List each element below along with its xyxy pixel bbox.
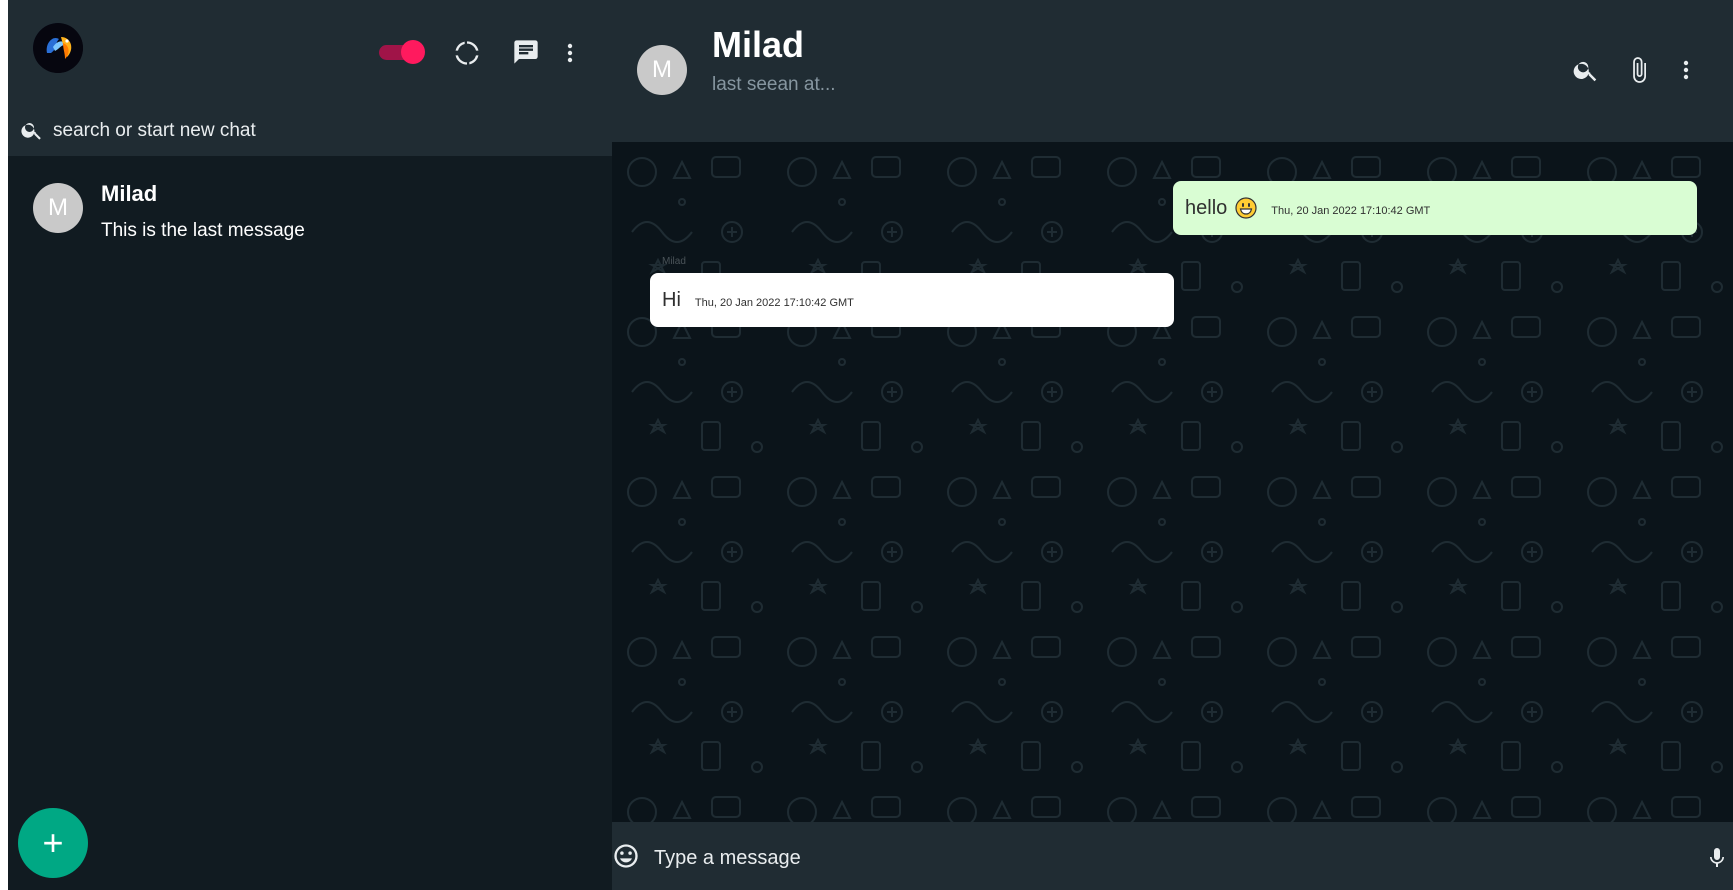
sidebar-header [8,0,612,104]
attach-button[interactable] [1623,54,1655,86]
doodle-background [612,142,1733,822]
toggle-knob [401,40,425,64]
contact-avatar[interactable]: M [637,45,687,95]
message-text: Hi [662,288,681,311]
search-input[interactable] [51,116,595,146]
message-input[interactable] [652,842,1656,874]
theme-toggle[interactable] [379,40,427,64]
contact-status: last seean at... [712,74,836,95]
chat-name: Milad [101,181,158,206]
microphone-icon[interactable] [1705,844,1729,872]
user-avatar-logo[interactable] [33,23,83,73]
chat-search-button[interactable] [1570,54,1602,86]
logo-image [33,23,83,73]
more-vertical-icon [567,43,573,63]
emoji-picker-icon[interactable] [612,842,640,870]
chat-header: M Milad last seean at... [612,0,1733,142]
search-icon [1573,61,1597,82]
paperclip-icon [1633,57,1646,83]
more-vertical-icon [1683,60,1689,80]
chat-app: M Milad This is the last message + M Mil… [8,0,1733,890]
chat-list-item[interactable]: M Milad This is the last message [8,156,612,262]
chat-last-message: This is the last message [101,220,305,241]
chat-pane: M Milad last seean at... hello Thu, 20 J… [612,0,1733,890]
contact-name: Milad [712,24,805,65]
message-list: hello Thu, 20 Jan 2022 17:10:42 GMT Mila… [612,142,1733,822]
message-text: hello [1185,196,1228,219]
sidebar: M Milad This is the last message + [8,0,612,890]
message-timestamp: Thu, 20 Jan 2022 17:10:42 GMT [694,297,854,309]
grinning-face-emoji-icon [1235,197,1257,219]
message-sender: Milad [662,256,686,267]
search-icon [20,118,44,142]
window-edge [0,0,8,890]
incoming-message[interactable]: Hi Thu, 20 Jan 2022 17:10:42 GMT [650,273,1174,327]
outgoing-message[interactable]: hello Thu, 20 Jan 2022 17:10:42 GMT [1173,181,1697,235]
message-icon [514,40,538,64]
add-chat-button[interactable]: + [18,808,88,878]
chat-menu-button[interactable] [1670,54,1702,86]
new-chat-button[interactable] [510,36,542,68]
search-bar [8,104,612,156]
avatar: M [33,183,83,233]
status-button[interactable] [451,37,483,69]
message-timestamp: Thu, 20 Jan 2022 17:10:42 GMT [1271,205,1431,217]
sidebar-menu-button[interactable] [554,37,586,69]
message-composer [612,822,1733,890]
status-icon [455,41,479,65]
